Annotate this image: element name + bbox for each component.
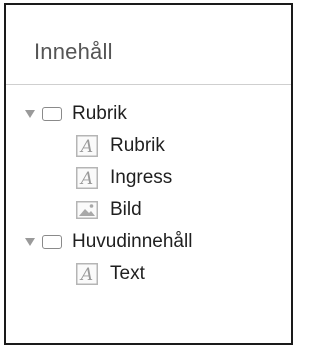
- tree-item-label: Text: [110, 263, 145, 284]
- container-icon: [42, 107, 62, 121]
- svg-text:A: A: [79, 265, 93, 285]
- content-panel: Innehåll Rubrik A Rubrik A Ingress Bild …: [4, 3, 293, 345]
- svg-text:A: A: [79, 137, 93, 157]
- tree-item-ingress[interactable]: A Ingress: [76, 163, 172, 193]
- container-icon: [42, 235, 62, 249]
- text-icon: A: [76, 135, 98, 157]
- panel-header: Innehåll: [6, 5, 291, 85]
- expand-triangle-icon[interactable]: [24, 108, 36, 120]
- tree-group-label: Rubrik: [72, 103, 127, 124]
- tree-group-label: Huvudinnehåll: [72, 231, 193, 252]
- svg-text:A: A: [79, 169, 93, 189]
- expand-triangle-icon[interactable]: [24, 236, 36, 248]
- image-icon: [76, 199, 98, 221]
- tree-item-label: Bild: [110, 199, 142, 220]
- tree-item-label: Rubrik: [110, 135, 165, 156]
- panel-title: Innehåll: [34, 39, 113, 64]
- text-icon: A: [76, 167, 98, 189]
- text-icon: A: [76, 263, 98, 285]
- tree-item-rubrik[interactable]: A Rubrik: [76, 131, 165, 161]
- tree-group-rubrik[interactable]: Rubrik: [24, 99, 127, 129]
- tree-item-label: Ingress: [110, 167, 173, 188]
- tree-item-bild[interactable]: Bild: [76, 195, 142, 225]
- tree-item-text[interactable]: A Text: [76, 259, 145, 289]
- tree-group-huvudinnehall[interactable]: Huvudinnehåll: [24, 227, 192, 257]
